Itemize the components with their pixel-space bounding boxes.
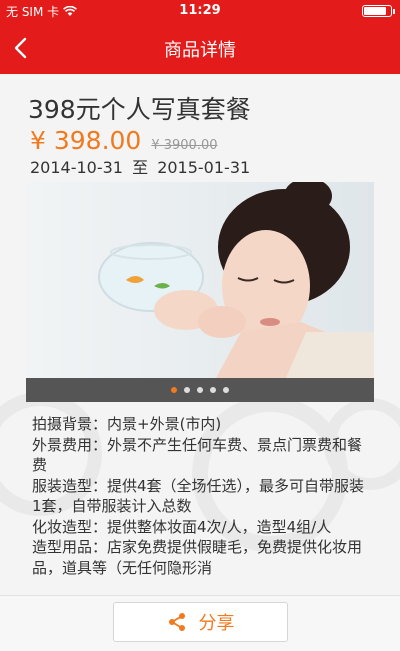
- product-title: 398元个人写真套餐: [28, 95, 251, 124]
- price-row: ¥ 398.00 ¥ 3900.00: [30, 126, 218, 155]
- share-button[interactable]: 分享: [113, 602, 288, 642]
- product-photo: [26, 182, 374, 378]
- carousel-dot[interactable]: [210, 387, 216, 393]
- status-bar: 无 SIM 卡 11:29: [0, 0, 400, 22]
- detail-line: 造型用品：店家免费提供假睫毛，免费提供化妆用品，道具等（无任何隐形消: [32, 538, 363, 577]
- current-price: ¥ 398.00: [30, 126, 142, 155]
- product-detail-content[interactable]: 398元个人写真套餐 ¥ 398.00 ¥ 3900.00 2014-10-31…: [0, 74, 400, 595]
- share-icon: [168, 613, 185, 631]
- validity-dates: 2014-10-31 至 2015-01-31: [30, 154, 250, 178]
- battery-icon: [362, 5, 395, 17]
- image-carousel[interactable]: [26, 182, 374, 402]
- detail-line: 拍摄背景：内景+外景(市内): [32, 415, 222, 433]
- nav-bar: 商品详情: [0, 22, 400, 74]
- detail-line: 化妆造型：提供整体妆面4次/人，造型4组/人: [32, 517, 332, 536]
- date-separator: 至: [132, 158, 149, 177]
- date-start: 2014-10-31: [30, 158, 123, 177]
- carousel-indicator: [26, 378, 374, 402]
- package-details: 拍摄背景：内景+外景(市内) 外景费用：外景不产生任何车费、景点门票费和餐费 服装造…: [32, 414, 368, 578]
- date-end: 2015-01-31: [157, 158, 251, 177]
- share-label: 分享: [198, 613, 235, 634]
- status-time: 11:29: [179, 3, 221, 18]
- page-title: 商品详情: [164, 40, 236, 61]
- footer-bar: 分享: [0, 595, 400, 651]
- carousel-dot[interactable]: [223, 387, 229, 393]
- battery-fill: [364, 7, 386, 15]
- carousel-dot[interactable]: [197, 387, 203, 393]
- detail-line: 外景费用：外景不产生任何车费、景点门票费和餐费: [32, 435, 363, 475]
- original-price: ¥ 3900.00: [151, 138, 218, 153]
- detail-line: 服装造型：提供4套（全场任选），最多可自带服装1套，自带服装计入总数: [32, 476, 365, 516]
- carousel-dot[interactable]: [184, 387, 190, 393]
- carousel-dot[interactable]: [171, 387, 177, 393]
